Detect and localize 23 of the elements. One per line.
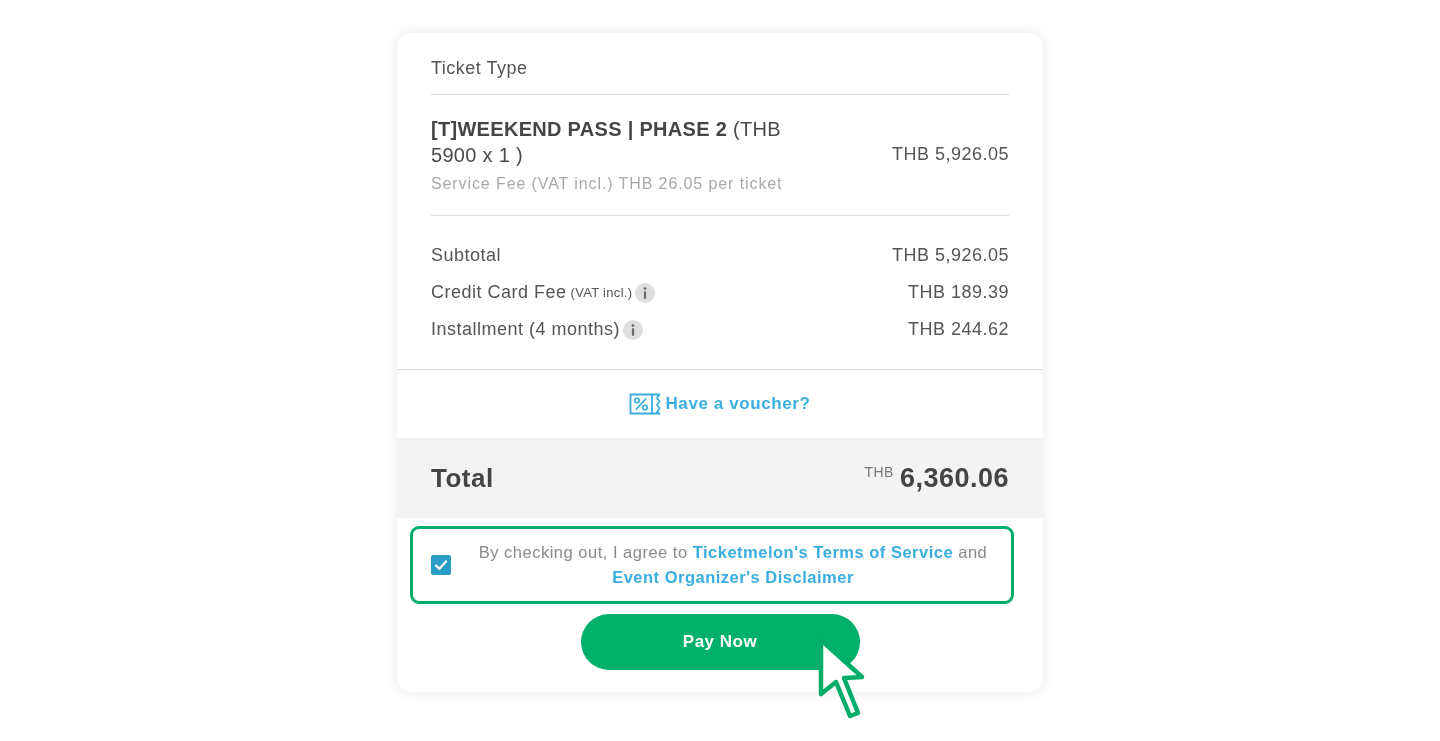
- line-label: Subtotal: [431, 244, 502, 267]
- service-fee-note: Service Fee (VAT incl.) THB 26.05 per ticket: [431, 174, 784, 194]
- ticket-price: THB 5,926.05: [891, 143, 1009, 166]
- total-label: Total: [431, 461, 494, 495]
- line-amount: THB 189.39: [907, 281, 1009, 304]
- ticket-name: [T]WEEKEND PASS | PHASE 2 (THB 5900 x 1 ): [431, 116, 782, 168]
- pay-now-button[interactable]: Pay Now: [580, 614, 860, 670]
- line-label: Credit Card Fee: [431, 281, 567, 304]
- info-icon[interactable]: [623, 319, 644, 340]
- section-heading: Ticket Type: [431, 33, 1009, 95]
- line-amount: THB 244.62: [907, 318, 1009, 341]
- vat-note: (VAT incl.): [570, 283, 633, 302]
- terms-link[interactable]: Ticketmelon's Terms of Service: [692, 543, 954, 561]
- info-icon[interactable]: [635, 282, 656, 303]
- voucher-ticket-icon: [629, 393, 662, 415]
- agreement-text: By checking out, I agree to Ticketmelon's Terms of Service and Event Organizer's Disclaimer: [477, 542, 989, 588]
- currency-label: THB: [864, 462, 894, 482]
- total-amount: 6,360.06: [899, 461, 1009, 495]
- disclaimer-link[interactable]: Event Organizer's Disclaimer: [612, 568, 854, 586]
- voucher-link[interactable]: Have a voucher?: [665, 391, 811, 417]
- line-amount: THB 5,926.05: [891, 244, 1009, 267]
- checkbox[interactable]: [431, 555, 451, 575]
- line-label: Installment (4 months): [431, 318, 621, 341]
